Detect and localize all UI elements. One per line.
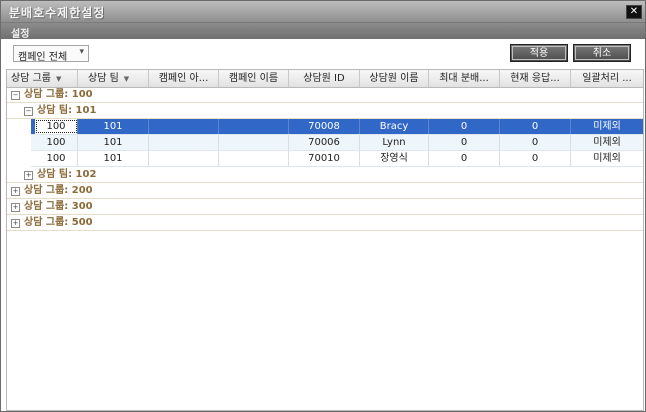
column-header-max-distribution[interactable]: 최대 분배... [429,70,500,87]
cell-campaign-id[interactable] [149,135,219,150]
cancel-button[interactable]: 취소 [573,44,631,62]
column-header-campaign-name[interactable]: 캠페인 이름 [219,70,289,87]
campaign-select[interactable]: 캠페인 전체 ▾ [13,45,89,63]
expand-icon[interactable]: + [11,187,20,196]
cell-team[interactable]: 101 [78,119,149,134]
cell-campaign-id[interactable] [149,151,219,166]
cell-team[interactable]: 101 [78,151,149,166]
cell-agent-name[interactable]: Lynn [360,135,429,150]
group-row-200[interactable]: + 상담 그룹: 200 [7,183,643,199]
table-row[interactable]: 100 101 70008 Bracy 0 0 미제외 [31,119,643,135]
cell-agent-id[interactable]: 70008 [289,119,360,134]
cell-group[interactable]: 100 [35,119,78,134]
group-row-100[interactable]: − 상담 그룹: 100 [7,87,643,103]
cell-max-distribution[interactable]: 0 [429,151,500,166]
cell-agent-id[interactable]: 70010 [289,151,360,166]
group-label: 상담 그룹: 300 [24,201,93,212]
cell-agent-id[interactable]: 70006 [289,135,360,150]
table-row[interactable]: 100 101 70006 Lynn 0 0 미제외 [31,135,643,151]
campaign-select-value: 캠페인 전체 [18,52,68,63]
cell-batch[interactable]: 미제외 [571,135,643,150]
expand-icon[interactable]: + [11,203,20,212]
title-bar[interactable]: 분배호수제한설정 ✕ [1,1,645,23]
cell-team[interactable]: 101 [78,135,149,150]
team-label: 상담 팀: 102 [37,169,97,180]
table-row[interactable]: 100 101 70010 장영식 0 0 미제외 [31,151,643,167]
column-header-team[interactable]: 상담 팀 ▼ [78,70,149,87]
column-header-group[interactable]: 상담 그룹 ▼ [7,70,78,87]
sort-icon: ▼ [55,75,62,83]
team-row-101[interactable]: − 상담 팀: 101 [7,103,643,119]
expand-icon[interactable]: + [11,219,20,228]
section-header: 설정 [1,23,645,40]
cell-campaign-id[interactable] [149,119,219,134]
column-header-current-response[interactable]: 현재 응답... [500,70,571,87]
cell-campaign-name[interactable] [219,135,289,150]
cell-max-distribution[interactable]: 0 [429,119,500,134]
close-icon[interactable]: ✕ [626,5,642,19]
window-title: 분배호수제한설정 [9,6,106,20]
group-label: 상담 그룹: 500 [24,217,93,228]
cell-agent-name[interactable]: Bracy [360,119,429,134]
cell-current-response[interactable]: 0 [500,119,571,134]
expand-icon[interactable]: + [24,171,33,180]
section-label: 설정 [11,29,30,40]
cell-current-response[interactable]: 0 [500,151,571,166]
group-row-500[interactable]: + 상담 그룹: 500 [7,215,643,231]
team-row-102[interactable]: + 상담 팀: 102 [7,167,643,183]
column-header-agent-id[interactable]: 상담원 ID [289,70,360,87]
column-header-batch[interactable]: 일괄처리 ... [571,70,643,87]
toolbar: 캠페인 전체 ▾ 적용 취소 [1,39,645,69]
cell-max-distribution[interactable]: 0 [429,135,500,150]
column-header-campaign-id[interactable]: 캠페인 아... [149,70,219,87]
cell-current-response[interactable]: 0 [500,135,571,150]
grid-header: 상담 그룹 ▼ 상담 팀 ▼ 캠페인 아... 캠페인 이름 상담원 ID 상담원 … [7,70,643,88]
agent-grid: 상담 그룹 ▼ 상담 팀 ▼ 캠페인 아... 캠페인 이름 상담원 ID 상담원 … [6,69,644,411]
sort-icon: ▼ [123,75,130,83]
cell-campaign-name[interactable] [219,151,289,166]
limit-settings-window: 분배호수제한설정 ✕ 설정 캠페인 전체 ▾ 적용 취소 상담 그룹 ▼ 상담 팀… [0,0,646,412]
column-header-agent-name[interactable]: 상담원 이름 [360,70,429,87]
cell-group[interactable]: 100 [35,151,78,166]
group-row-300[interactable]: + 상담 그룹: 300 [7,199,643,215]
cell-batch[interactable]: 미제외 [571,119,643,134]
collapse-icon[interactable]: − [11,91,20,100]
team-label: 상담 팀: 101 [37,105,97,116]
cell-campaign-name[interactable] [219,119,289,134]
group-label: 상담 그룹: 100 [24,89,93,100]
cell-group[interactable]: 100 [35,135,78,150]
apply-button[interactable]: 적용 [510,44,568,62]
cell-batch[interactable]: 미제외 [571,151,643,166]
cell-agent-name[interactable]: 장영식 [360,151,429,166]
chevron-down-icon: ▾ [79,47,84,57]
group-label: 상담 그룹: 200 [24,185,93,196]
collapse-icon[interactable]: − [24,107,33,116]
